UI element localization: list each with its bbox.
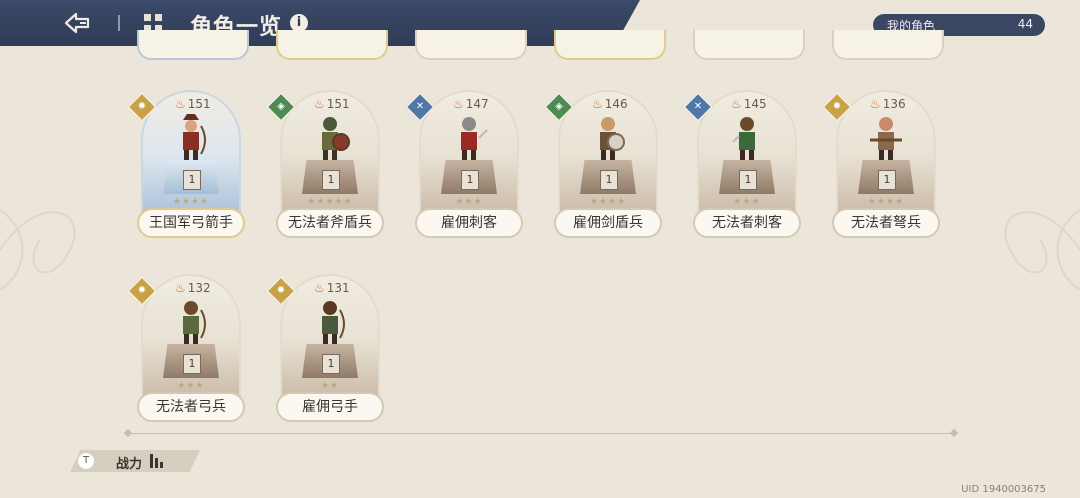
sun-icon: ✹: [137, 101, 147, 112]
fire-icon: ♨: [314, 97, 325, 111]
character-name: 无法者弩兵: [832, 208, 940, 238]
character-name: 王国军弓箭手: [137, 208, 245, 238]
power-value: ♨ 132: [175, 281, 211, 295]
divider-ornament: [123, 428, 133, 438]
star-rating: ★★★★: [172, 197, 210, 207]
power-value: ♨ 145: [731, 97, 767, 111]
power-value: ♨ 131: [314, 281, 350, 295]
character-name: 雇佣刺客: [415, 208, 523, 238]
star-rating: ★★★: [733, 197, 761, 207]
background-ornament-right: [1004, 209, 1080, 291]
character-card[interactable]: ◈ ♨ 151 1 ★★★★★ 无法者斧盾兵: [265, 90, 384, 240]
header-separator: [118, 15, 120, 31]
fire-icon: ♨: [453, 97, 464, 111]
character-card[interactable]: ✹ ♨ 131 1 ★★ 雇佣弓手: [265, 274, 384, 424]
character-sprite: [461, 117, 488, 162]
filter-icon: T: [78, 453, 94, 469]
character-sprite: [322, 301, 345, 346]
level-badge: 1: [600, 170, 618, 190]
shield-icon: ◈: [277, 101, 285, 112]
level-badge: 1: [461, 170, 479, 190]
power-value: ♨ 147: [453, 97, 489, 111]
character-sprite: [600, 117, 625, 162]
fire-icon: ♨: [175, 281, 186, 295]
character-card[interactable]: ✹ ♨ 136 1 ★★★★ 无法者弩兵: [821, 90, 940, 240]
character-sprite: [183, 114, 206, 162]
background-ornament-left: [0, 209, 76, 291]
character-card[interactable]: ◈ ♨ 146 1 ★★★★ 雇佣剑盾兵: [543, 90, 662, 240]
character-name: 雇佣弓手: [276, 392, 384, 422]
sun-icon: ✹: [276, 285, 286, 296]
sun-icon: ✹: [832, 101, 842, 112]
divider-ornament: [949, 428, 959, 438]
star-rating: ★★: [320, 381, 340, 391]
power-value: ♨ 151: [175, 97, 211, 111]
level-badge: 1: [322, 170, 340, 190]
star-rating: ★★★★: [589, 197, 627, 207]
star-rating: ★★★: [455, 197, 483, 207]
power-value: ♨ 136: [870, 97, 906, 111]
character-sprite: [732, 117, 755, 162]
character-sprite: [322, 117, 350, 162]
my-characters-count: 44: [1017, 17, 1033, 31]
level-badge: 1: [878, 170, 896, 190]
partial-character-card[interactable]: [832, 30, 944, 60]
star-rating: ★★★★★: [307, 197, 353, 207]
character-name: 雇佣剑盾兵: [554, 208, 662, 238]
fire-icon: ♨: [314, 281, 325, 295]
level-badge: 1: [322, 354, 340, 374]
star-rating: ★★★: [177, 381, 205, 391]
back-arrow-icon[interactable]: [62, 10, 92, 36]
sort-by-power-button[interactable]: T 战力: [70, 450, 200, 472]
character-name: 无法者弓兵: [137, 392, 245, 422]
character-sprite: [183, 301, 206, 346]
fire-icon: ♨: [592, 97, 603, 111]
level-badge: 1: [739, 170, 757, 190]
sun-icon: ✹: [137, 285, 147, 296]
shield-icon: ◈: [555, 101, 563, 112]
sort-label: 战力: [116, 457, 143, 472]
partial-character-card[interactable]: [693, 30, 805, 60]
power-value: ♨ 146: [592, 97, 628, 111]
fire-icon: ♨: [175, 97, 186, 111]
list-divider: [128, 433, 954, 434]
partial-character-card[interactable]: [554, 30, 666, 60]
character-card[interactable]: ✹ ♨ 151 1 ★★★★ 王国军弓箭手: [126, 90, 245, 240]
crossed-swords-icon: ✕: [415, 101, 425, 112]
character-name: 无法者刺客: [693, 208, 801, 238]
partial-character-card[interactable]: [276, 30, 388, 60]
character-card[interactable]: ✕ ♨ 145 1 ★★★ 无法者刺客: [682, 90, 801, 240]
fire-icon: ♨: [870, 97, 881, 111]
fire-icon: ♨: [731, 97, 742, 111]
partial-character-card[interactable]: [137, 30, 249, 60]
character-card[interactable]: ✕ ♨ 147 1 ★★★ 雇佣刺客: [404, 90, 523, 240]
crossed-swords-icon: ✕: [693, 101, 703, 112]
character-sprite: [870, 117, 902, 162]
level-badge: 1: [183, 170, 201, 190]
sort-descending-icon: [150, 454, 163, 468]
star-rating: ★★★★: [867, 197, 905, 207]
partial-character-card[interactable]: [415, 30, 527, 60]
user-id: UID 1940003675: [961, 484, 1046, 495]
level-badge: 1: [183, 354, 201, 374]
character-name: 无法者斧盾兵: [276, 208, 384, 238]
power-value: ♨ 151: [314, 97, 350, 111]
character-card[interactable]: ✹ ♨ 132 1 ★★★ 无法者弓兵: [126, 274, 245, 424]
